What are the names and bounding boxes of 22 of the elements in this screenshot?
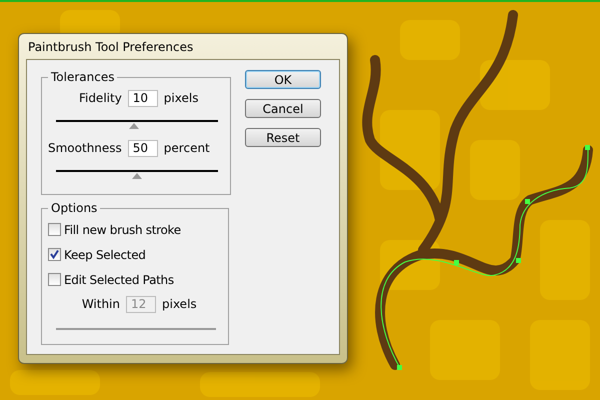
checkbox[interactable] bbox=[48, 273, 61, 286]
number-field[interactable]: 50 bbox=[128, 140, 158, 156]
window-title: Paintbrush Tool Preferences bbox=[28, 40, 194, 54]
checkbox-label[interactable]: Edit Selected Paths bbox=[64, 272, 174, 286]
dialog-button[interactable]: Reset bbox=[245, 128, 321, 147]
number-field[interactable]: 10 bbox=[128, 90, 158, 106]
checkbox-label[interactable]: Fill new brush stroke bbox=[64, 222, 181, 236]
slider-thumb[interactable] bbox=[132, 173, 142, 179]
dialog-button[interactable]: Cancel bbox=[245, 99, 321, 118]
checkbox[interactable] bbox=[48, 223, 61, 236]
group-legend: Tolerances bbox=[48, 70, 118, 84]
unit-label: pixels bbox=[162, 297, 198, 311]
group-legend: Options bbox=[48, 201, 100, 215]
field-label: Fidelity bbox=[78, 91, 122, 105]
unit-label: pixels bbox=[164, 91, 200, 105]
unit-label: percent bbox=[164, 141, 211, 155]
field-label: Smoothness bbox=[48, 141, 122, 155]
checkbox-label[interactable]: Keep Selected bbox=[64, 248, 146, 262]
field-label: Within bbox=[82, 297, 120, 311]
slider-thumb[interactable] bbox=[128, 123, 139, 129]
dialog-button[interactable]: OK bbox=[245, 70, 321, 89]
checkbox[interactable] bbox=[48, 248, 61, 261]
